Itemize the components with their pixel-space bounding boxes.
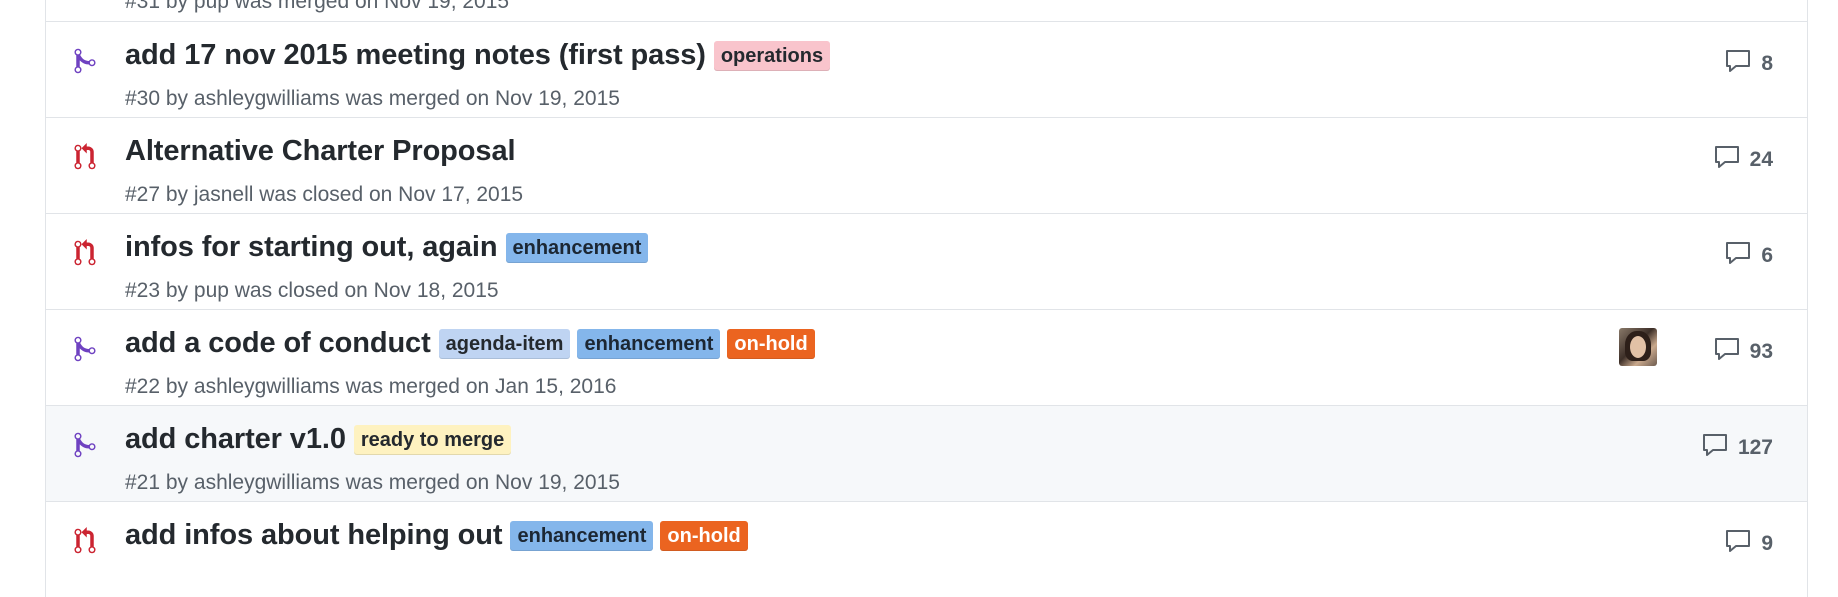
title-line: Alternative Charter Proposal (125, 135, 523, 168)
title-line: add charter v1.0 ready to merge (125, 423, 518, 456)
comment-icon (1725, 49, 1761, 79)
title-line: infos for starting out, again enhancemen… (125, 231, 655, 264)
comments-link[interactable]: 8 (1725, 49, 1773, 79)
comment-count: 6 (1761, 244, 1773, 267)
pull-request-meta: #23 by pup was closed on Nov 18, 2015 (125, 279, 499, 302)
label-badge[interactable]: on-hold (727, 328, 815, 359)
pull-request-row[interactable]: add infos about helping out enhancement o… (46, 501, 1807, 597)
comment-count: 24 (1749, 148, 1773, 171)
comment-count: 93 (1749, 340, 1773, 363)
label-badge[interactable]: agenda-item (438, 328, 571, 359)
title-line: add a code of conduct agenda-item enhance… (125, 327, 822, 360)
pull-request-meta: #22 by ashleygwilliams was merged on Jan… (125, 375, 617, 398)
list-item: #31 by pup was merged on Nov 19, 2015 (46, 0, 1807, 21)
git-merge-icon (73, 47, 97, 75)
pull-request-title[interactable]: add 17 nov 2015 meeting notes (first pas… (125, 39, 706, 72)
git-pull-request-closed-icon (73, 143, 97, 171)
git-merge-icon (73, 431, 97, 459)
label-badge[interactable]: ready to merge (353, 424, 512, 455)
labels: enhancement (505, 232, 656, 263)
comments-link[interactable]: 24 (1714, 145, 1773, 175)
comment-icon (1714, 145, 1750, 175)
labels: operations (713, 40, 837, 71)
comments-link[interactable]: 9 (1725, 529, 1773, 559)
comment-icon (1725, 529, 1761, 559)
pull-request-meta: #27 by jasnell was closed on Nov 17, 201… (125, 183, 524, 206)
pull-request-list: #31 by pup was merged on Nov 19, 2015 ad… (45, 0, 1808, 597)
pull-request-title[interactable]: infos for starting out, again (125, 231, 498, 264)
comments-link[interactable]: 93 (1714, 337, 1773, 367)
comment-count: 8 (1761, 52, 1773, 75)
comment-count: 127 (1737, 436, 1773, 459)
pull-request-title[interactable]: add a code of conduct (125, 327, 431, 360)
pull-request-title[interactable]: add charter v1.0 (125, 423, 346, 456)
comments-link[interactable]: 6 (1725, 241, 1773, 271)
label-badge[interactable]: operations (713, 40, 831, 71)
labels: agenda-item enhancement on-hold (438, 328, 822, 359)
comment-icon (1702, 433, 1738, 463)
pull-request-meta: #30 by ashleygwilliams was merged on Nov… (125, 87, 620, 110)
labels: ready to merge (353, 424, 518, 455)
comment-icon (1714, 337, 1750, 367)
label-badge[interactable]: enhancement (577, 328, 721, 359)
comment-icon (1725, 241, 1761, 271)
pull-request-row[interactable]: add a code of conduct agenda-item enhance… (46, 309, 1807, 405)
assignee-avatar[interactable] (1619, 328, 1657, 366)
issue-meta: #31 by pup was merged on Nov 19, 2015 (125, 0, 510, 13)
pull-request-row[interactable]: Alternative Charter Proposal #27 by jasn… (46, 117, 1807, 213)
pull-request-row[interactable]: infos for starting out, again enhancemen… (46, 213, 1807, 309)
pull-request-title[interactable]: Alternative Charter Proposal (125, 135, 516, 168)
git-merge-icon (73, 335, 97, 363)
git-pull-request-closed-icon (73, 239, 97, 267)
comments-link[interactable]: 127 (1702, 433, 1773, 463)
label-badge[interactable]: enhancement (505, 232, 649, 263)
git-pull-request-closed-icon (73, 527, 97, 555)
pull-request-row[interactable]: add charter v1.0 ready to merge #21 by a… (46, 405, 1807, 501)
title-line: add 17 nov 2015 meeting notes (first pas… (125, 39, 837, 72)
pull-request-meta: #21 by ashleygwilliams was merged on Nov… (125, 471, 620, 494)
pull-request-row[interactable]: add 17 nov 2015 meeting notes (first pas… (46, 21, 1807, 117)
